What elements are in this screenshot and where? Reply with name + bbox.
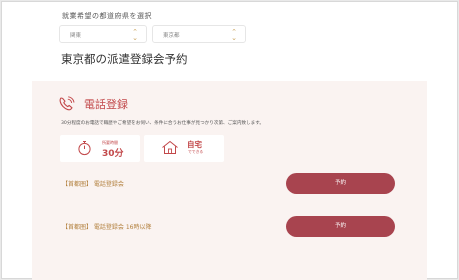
prefecture-select[interactable]: 東京都 ⌃ ⌄ (152, 25, 246, 43)
reserve-button[interactable]: 予約 (286, 216, 395, 237)
feature-home-label: でできる (188, 149, 204, 154)
feature-duration-value: 30分 (102, 149, 124, 159)
region-select[interactable]: 関東 ⌃ ⌄ (59, 25, 147, 43)
select-chevron-icon: ⌃ ⌄ (231, 28, 237, 42)
page-title: 東京都の派遣登録会予約 (61, 52, 188, 66)
timer-icon (78, 141, 91, 156)
session-label: 【首都圏】 電話登録会 16時以降 (62, 224, 152, 231)
session-label: 【首都圏】 電話登録会 (62, 181, 124, 188)
prefecture-label: 就業希望の都道府県を選択 (62, 12, 152, 20)
select-chevron-icon: ⌃ ⌄ (132, 28, 138, 42)
phone-icon (59, 96, 75, 111)
prefecture-select-value: 東京都 (163, 33, 180, 39)
region-select-value: 関東 (70, 33, 82, 39)
reserve-button[interactable]: 予約 (286, 173, 395, 194)
feature-home (144, 135, 224, 162)
phone-registration-description: 30分程度のお電話で職歴やご希望をお伺い、条件に合うお仕事が見つかり次第、ご案内… (61, 121, 264, 126)
house-icon (162, 140, 178, 154)
feature-duration (60, 135, 140, 162)
phone-registration-title: 電話登録 (84, 98, 128, 111)
